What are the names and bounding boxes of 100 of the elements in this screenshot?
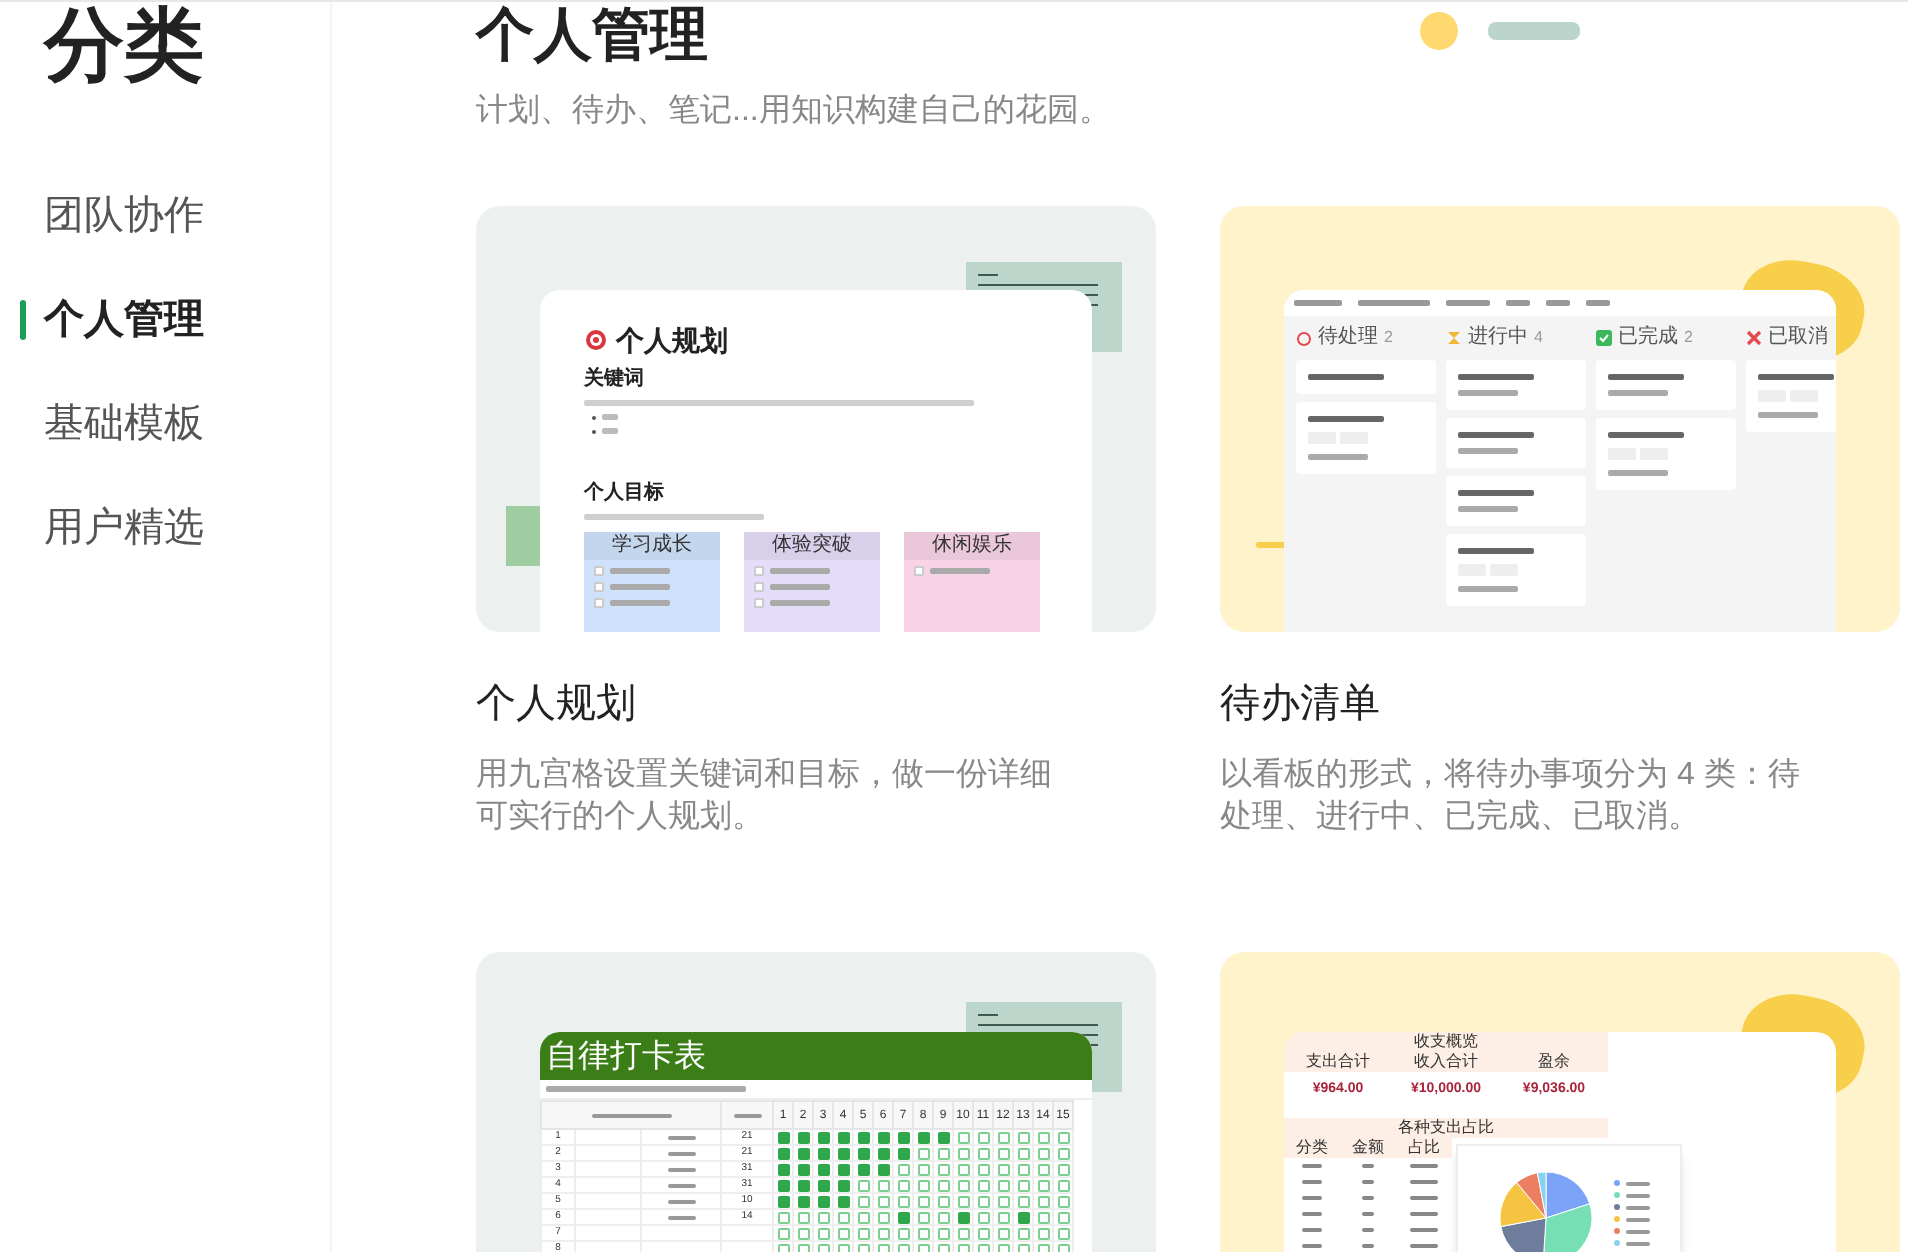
checkbox[interactable] (977, 1179, 989, 1191)
checkbox[interactable] (897, 1227, 909, 1239)
checkbox[interactable] (957, 1195, 969, 1207)
checkbox[interactable] (977, 1211, 989, 1223)
checkbox[interactable] (877, 1131, 889, 1143)
checkbox[interactable] (977, 1195, 989, 1207)
checkbox[interactable] (1057, 1195, 1069, 1207)
checkbox[interactable] (594, 582, 604, 592)
checkbox[interactable] (857, 1179, 869, 1191)
checkbox[interactable] (817, 1147, 829, 1159)
template-preview[interactable]: 个人规划 关键词 个人目标 学习成长 体验突破 休闲娱乐 (476, 206, 1156, 632)
checkbox[interactable] (797, 1243, 809, 1252)
checkbox[interactable] (917, 1195, 929, 1207)
checkbox[interactable] (837, 1147, 849, 1159)
template-title[interactable]: 待办清单 (1220, 676, 1900, 732)
checkbox[interactable] (1057, 1131, 1069, 1143)
checkbox[interactable] (797, 1163, 809, 1175)
checkbox[interactable] (837, 1227, 849, 1239)
checkbox[interactable] (857, 1195, 869, 1207)
checkbox[interactable] (1017, 1227, 1029, 1239)
checkbox[interactable] (997, 1195, 1009, 1207)
checkbox[interactable] (937, 1131, 949, 1143)
checkbox[interactable] (837, 1195, 849, 1207)
sidebar-item[interactable]: 团队协作 (44, 188, 204, 244)
checkbox[interactable] (1017, 1211, 1029, 1223)
checkbox[interactable] (1017, 1131, 1029, 1143)
checkbox[interactable] (917, 1211, 929, 1223)
checkbox[interactable] (1017, 1195, 1029, 1207)
checkbox[interactable] (897, 1195, 909, 1207)
checkbox[interactable] (997, 1131, 1009, 1143)
checkbox[interactable] (1057, 1147, 1069, 1159)
checkbox[interactable] (1057, 1243, 1069, 1252)
checkbox[interactable] (1057, 1227, 1069, 1239)
checkbox[interactable] (777, 1195, 789, 1207)
checkbox[interactable] (897, 1147, 909, 1159)
checkbox[interactable] (594, 598, 604, 608)
checkbox[interactable] (977, 1243, 989, 1252)
sidebar-item[interactable]: 个人管理 (44, 292, 204, 348)
checkbox[interactable] (1037, 1211, 1049, 1223)
template-preview[interactable]: 待处理 2 进行中 4 已完成 2 已取消 (1220, 206, 1900, 632)
checkbox[interactable] (917, 1179, 929, 1191)
checkbox[interactable] (917, 1227, 929, 1239)
checkbox[interactable] (1037, 1195, 1049, 1207)
checkbox[interactable] (997, 1211, 1009, 1223)
checkbox[interactable] (897, 1131, 909, 1143)
task-card[interactable] (1596, 418, 1736, 490)
checkbox[interactable] (957, 1131, 969, 1143)
sidebar-item[interactable]: 基础模板 (44, 396, 204, 452)
checkbox[interactable] (877, 1163, 889, 1175)
checkbox[interactable] (877, 1147, 889, 1159)
checkbox[interactable] (877, 1211, 889, 1223)
checkbox[interactable] (1037, 1179, 1049, 1191)
checkbox[interactable] (997, 1163, 1009, 1175)
sidebar-item[interactable]: 用户精选 (44, 500, 204, 556)
checkbox[interactable] (917, 1243, 929, 1252)
checkbox[interactable] (957, 1147, 969, 1159)
checkbox[interactable] (797, 1195, 809, 1207)
checkbox[interactable] (897, 1211, 909, 1223)
task-card[interactable] (1446, 418, 1586, 468)
checkbox[interactable] (1037, 1227, 1049, 1239)
checkbox[interactable] (877, 1227, 889, 1239)
checkbox[interactable] (817, 1195, 829, 1207)
checkbox[interactable] (837, 1163, 849, 1175)
checkbox[interactable] (797, 1131, 809, 1143)
checkbox[interactable] (1037, 1131, 1049, 1143)
checkbox[interactable] (1017, 1147, 1029, 1159)
checkbox[interactable] (754, 582, 764, 592)
checkbox[interactable] (914, 566, 924, 576)
checkbox[interactable] (817, 1131, 829, 1143)
checkbox[interactable] (857, 1163, 869, 1175)
checkbox[interactable] (1037, 1163, 1049, 1175)
checkbox[interactable] (777, 1227, 789, 1239)
checkbox[interactable] (1017, 1243, 1029, 1252)
checkbox[interactable] (837, 1179, 849, 1191)
checkbox[interactable] (877, 1179, 889, 1191)
template-title[interactable]: 个人规划 (476, 676, 1156, 732)
checkbox[interactable] (937, 1163, 949, 1175)
checkbox[interactable] (817, 1179, 829, 1191)
task-card[interactable] (1446, 360, 1586, 410)
checkbox[interactable] (777, 1147, 789, 1159)
checkbox[interactable] (977, 1131, 989, 1143)
task-card[interactable] (1596, 360, 1736, 410)
checkbox[interactable] (1037, 1243, 1049, 1252)
checkbox[interactable] (917, 1147, 929, 1159)
checkbox[interactable] (797, 1179, 809, 1191)
checkbox[interactable] (957, 1227, 969, 1239)
checkbox[interactable] (837, 1211, 849, 1223)
checkbox[interactable] (797, 1227, 809, 1239)
task-card[interactable] (1296, 360, 1436, 394)
checkbox[interactable] (857, 1131, 869, 1143)
checkbox[interactable] (837, 1243, 849, 1252)
checkbox[interactable] (957, 1211, 969, 1223)
checkbox[interactable] (777, 1163, 789, 1175)
checkbox[interactable] (594, 566, 604, 576)
checkbox[interactable] (817, 1163, 829, 1175)
checkbox[interactable] (877, 1243, 889, 1252)
checkbox[interactable] (817, 1243, 829, 1252)
checkbox[interactable] (1057, 1179, 1069, 1191)
checkbox[interactable] (777, 1131, 789, 1143)
checkbox[interactable] (1057, 1163, 1069, 1175)
